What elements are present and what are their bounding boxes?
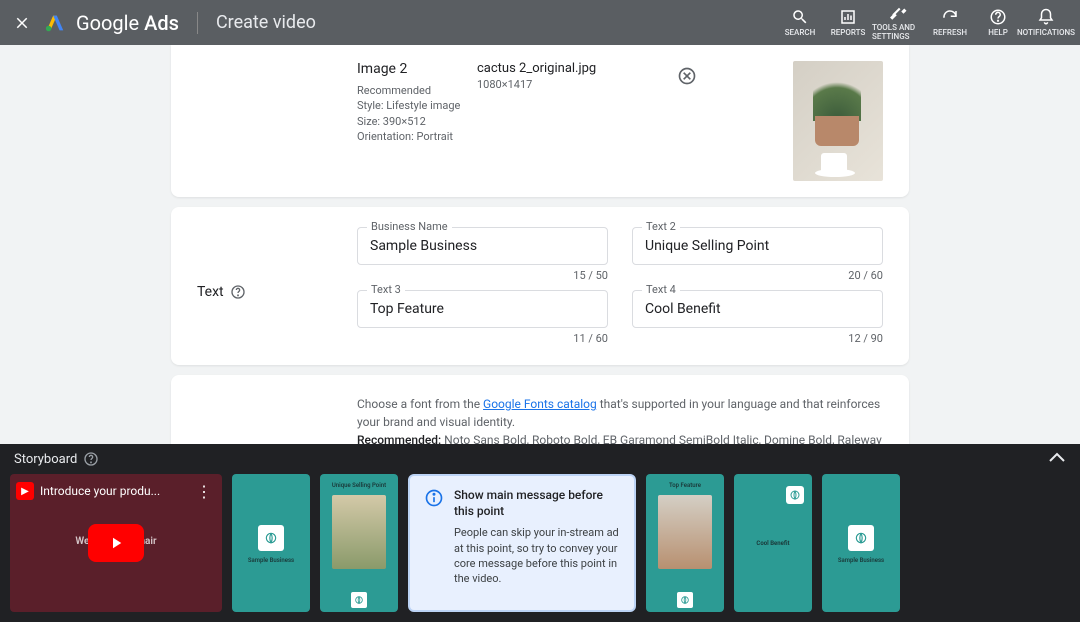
storyboard-frame-2[interactable]: Unique Selling Point <box>320 474 398 612</box>
char-counter: 12 / 90 <box>632 332 883 345</box>
close-button[interactable] <box>10 11 34 35</box>
field-label: Text 3 <box>367 283 405 296</box>
play-button[interactable] <box>88 524 144 562</box>
file-dimensions: 1080×1417 <box>477 78 596 91</box>
image-slot-title: Image 2 <box>357 61 477 77</box>
youtube-icon: ▶ <box>16 482 34 500</box>
file-name: cactus 2_original.jpg <box>477 61 596 76</box>
reports-button[interactable]: REPORTS <box>824 4 872 42</box>
logo-placeholder-icon <box>848 525 874 551</box>
topbar-divider <box>197 12 198 34</box>
frame-label: Sample Business <box>834 555 888 566</box>
storyboard-info-card: Show main message before this point Peop… <box>408 474 636 612</box>
storyboard-header: Storyboard <box>0 444 1080 474</box>
font-card: Font Choose a font from the Google Fonts… <box>171 375 909 444</box>
char-counter: 11 / 60 <box>357 332 608 345</box>
image-metadata: Image 2 Recommended Style: Lifestyle ima… <box>357 61 477 145</box>
top-bar: Google Ads Create video SEARCH REPORTS T… <box>0 0 1080 45</box>
logo-placeholder-icon <box>786 486 804 504</box>
info-title: Show main message before this point <box>454 488 620 519</box>
logo-placeholder-icon <box>351 592 367 608</box>
info-body: People can skip your in-stream ad at thi… <box>454 525 620 587</box>
google-ads-logo: Google Ads <box>44 11 179 35</box>
business-name-field-wrap: Business Name 15 / 50 <box>357 227 608 282</box>
font-section-label: Font <box>197 395 357 444</box>
char-counter: 20 / 60 <box>632 269 883 282</box>
frame-image-placeholder <box>332 495 386 569</box>
storyboard-frame-5[interactable]: Sample Business <box>822 474 900 612</box>
main-content: Image 2 Recommended Style: Lifestyle ima… <box>0 45 1080 444</box>
info-icon <box>424 488 444 508</box>
refresh-button[interactable]: REFRESH <box>926 4 974 42</box>
text3-field-wrap: Text 3 11 / 60 <box>357 290 608 345</box>
frame-label: Unique Selling Point <box>328 480 390 491</box>
help-icon[interactable] <box>83 451 99 467</box>
frame-label: Sample Business <box>244 555 298 566</box>
image-recommendations: Recommended Style: Lifestyle image Size:… <box>357 83 477 145</box>
storyboard-frame-4[interactable]: Cool Benefit <box>734 474 812 612</box>
frame-label: Top Feature <box>665 480 705 491</box>
storyboard-label: Storyboard <box>14 452 77 467</box>
char-counter: 15 / 50 <box>357 269 608 282</box>
image-card: Image 2 Recommended Style: Lifestyle ima… <box>171 45 909 197</box>
storyboard-frame-3[interactable]: Top Feature <box>646 474 724 612</box>
text-section-label: Text <box>197 227 357 345</box>
storyboard-frame-1[interactable]: Sample Business <box>232 474 310 612</box>
product-name: Google Ads <box>76 11 179 35</box>
notifications-button[interactable]: NOTIFICATIONS <box>1022 4 1070 42</box>
google-fonts-link[interactable]: Google Fonts catalog <box>483 397 597 411</box>
page-title: Create video <box>216 12 316 33</box>
image-thumbnail[interactable] <box>793 61 883 181</box>
help-button[interactable]: HELP <box>974 4 1022 42</box>
more-icon[interactable]: ⋮ <box>192 482 216 501</box>
frame-label: Cool Benefit <box>752 538 793 549</box>
video-preview[interactable]: ▶ Introduce your produ... ⋮ ⠀⠀⠀⠀⠀ We off… <box>10 474 222 612</box>
search-button[interactable]: SEARCH <box>776 4 824 42</box>
logo-placeholder-icon <box>677 592 693 608</box>
logo-placeholder-icon <box>258 525 284 551</box>
field-label: Text 4 <box>642 283 680 296</box>
preview-video-title: Introduce your produ... <box>40 484 186 498</box>
image-file-info: cactus 2_original.jpg 1080×1417 <box>477 61 793 91</box>
storyboard-panel: Storyboard ▶ Introduce your produ... ⋮ ⠀… <box>0 444 1080 622</box>
field-label: Business Name <box>367 220 452 233</box>
text-card: Text Business Name 15 / 50 Text 2 20 / 6… <box>171 207 909 365</box>
field-label: Text 2 <box>642 220 680 233</box>
remove-image-button[interactable] <box>676 65 698 87</box>
frame-image-placeholder <box>658 495 712 569</box>
font-description: Choose a font from the Google Fonts cata… <box>357 395 883 444</box>
help-icon[interactable] <box>230 284 246 300</box>
collapse-button[interactable] <box>1048 451 1066 467</box>
tools-settings-button[interactable]: TOOLS AND SETTINGS <box>872 4 926 42</box>
topbar-actions: SEARCH REPORTS TOOLS AND SETTINGS REFRES… <box>776 4 1070 42</box>
text4-field-wrap: Text 4 12 / 90 <box>632 290 883 345</box>
storyboard-strip: ▶ Introduce your produ... ⋮ ⠀⠀⠀⠀⠀ We off… <box>0 474 1080 622</box>
text2-field-wrap: Text 2 20 / 60 <box>632 227 883 282</box>
